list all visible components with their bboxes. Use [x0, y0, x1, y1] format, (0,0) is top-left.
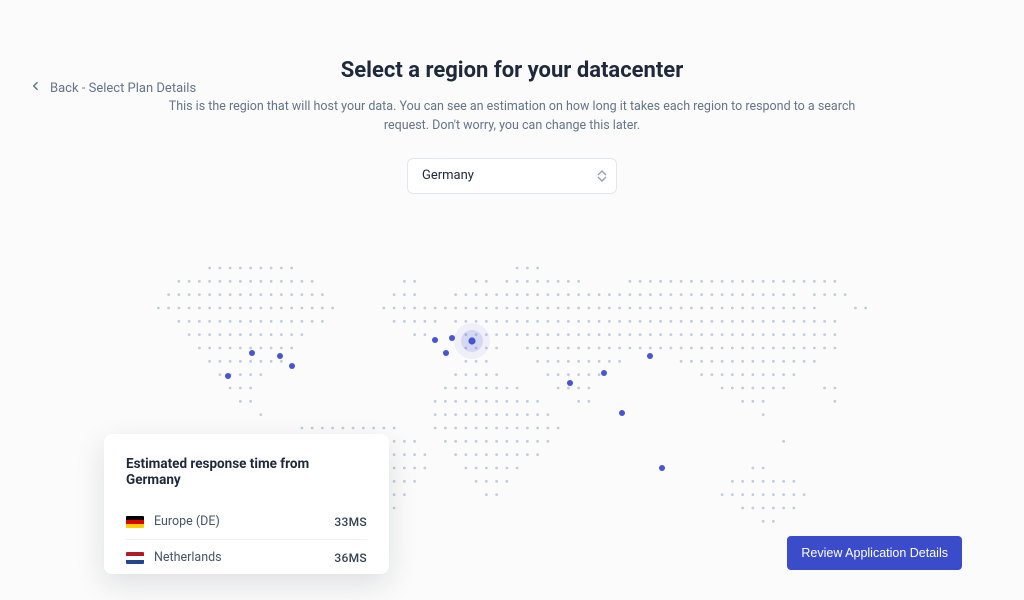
- region-select-value: Germany: [422, 168, 474, 183]
- back-link-label: Back - Select Plan Details: [50, 81, 196, 96]
- chevron-up-down-icon: [597, 170, 607, 182]
- page-subtitle: This is the region that will host your d…: [152, 97, 872, 136]
- review-application-button[interactable]: Review Application Details: [787, 536, 962, 570]
- region-select[interactable]: Germany: [407, 158, 617, 194]
- flag-nl-icon: [126, 552, 144, 564]
- response-time-panel: Estimated response time from Germany Eur…: [104, 434, 389, 574]
- response-row-ms: 33MS: [334, 515, 367, 529]
- flag-de-icon: [126, 516, 144, 528]
- response-row-ms: 36MS: [334, 551, 367, 565]
- response-row-name: Europe (DE): [154, 514, 220, 529]
- arrow-left-icon: [30, 80, 42, 96]
- response-row-name: Netherlands: [154, 550, 222, 565]
- response-row: Netherlands 36MS: [126, 540, 367, 574]
- response-time-title: Estimated response time from Germany: [126, 456, 367, 488]
- back-link[interactable]: Back - Select Plan Details: [30, 80, 196, 96]
- response-row: Europe (DE) 33MS: [126, 504, 367, 540]
